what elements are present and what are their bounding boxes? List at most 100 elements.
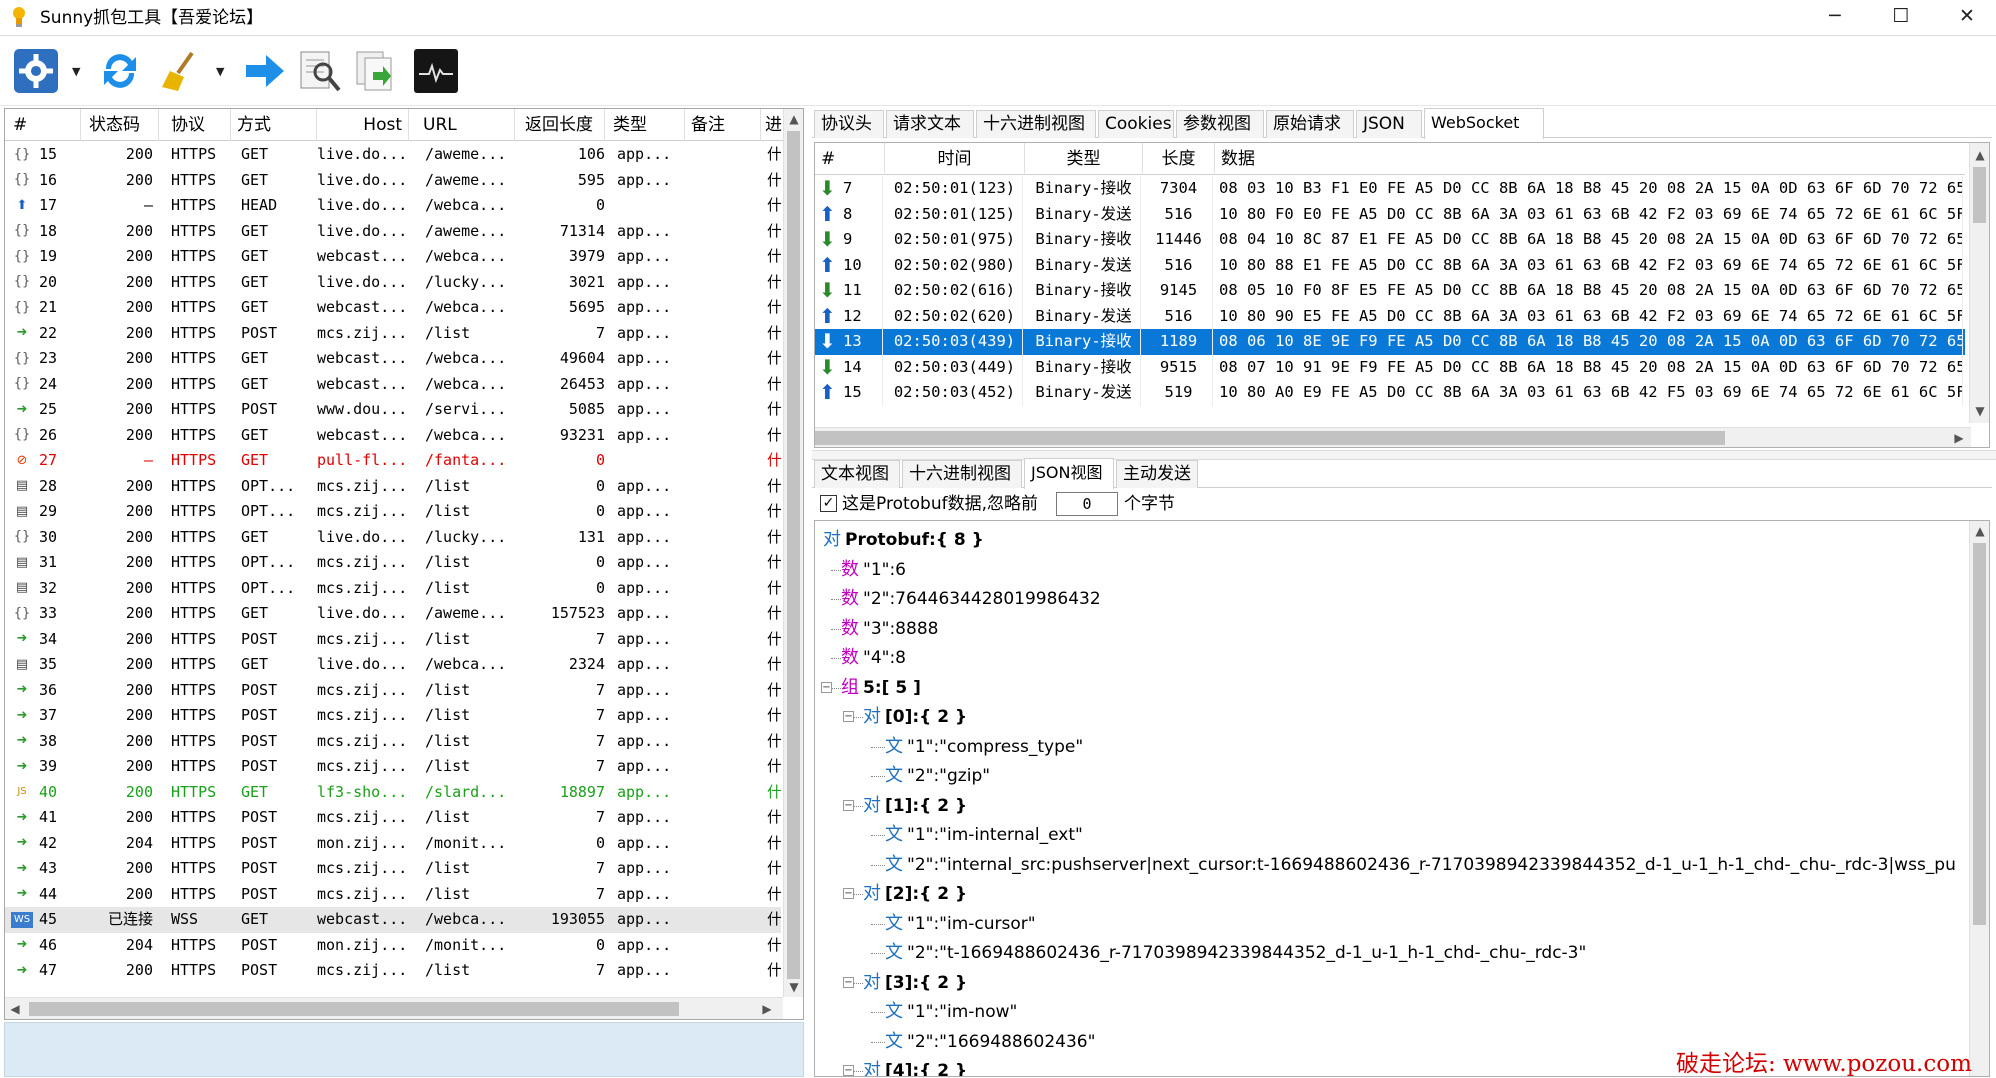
ws-col-type[interactable]: 类型 [1025,143,1143,175]
close-button[interactable]: ✕ [1940,0,1994,32]
col-header-url[interactable]: URL [423,109,515,141]
tree-node[interactable]: 组 5:[ 5 ] [841,673,921,703]
tree-node[interactable]: 数 "2":7644634428019986432 [841,584,1101,614]
scroll-thumb[interactable] [787,131,800,979]
col-header-process[interactable]: 进 [765,109,785,141]
tab-detail-7[interactable]: WebSocket [1424,108,1544,139]
tree-node[interactable]: 文 "1":"im-cursor" [885,909,1036,939]
tree-node[interactable]: 对 [4]:{ 2 } [863,1056,967,1076]
table-row[interactable]: {} 30 200 HTTPS GET live.do.../lucky... 131 app… [5,525,781,551]
table-row[interactable]: ➜ 38 200 HTTPS POST mcs.zij.../list 7 app... 什 [5,729,781,755]
clear-button[interactable] [156,46,204,96]
tree-collapse-toggle[interactable]: − [843,711,854,722]
table-row[interactable]: {} 19 200 HTTPS GET webcast.../webca... 3979 ap… [5,244,781,270]
tree-node[interactable]: 文 "2":"t-1669488602436_r-7170398942339844… [885,938,1586,968]
tree-collapse-toggle[interactable]: − [843,799,854,811]
table-row[interactable]: ➜ 22 200 HTTPS POST mcs.zij.../list 7 app... 什 [5,321,781,347]
table-row[interactable]: ➜ 34 200 HTTPS POST mcs.zij.../list 7 app... 什 [5,627,781,653]
ws-vscrollbar[interactable]: ▲ ▼ [1969,143,1989,423]
table-row[interactable]: {} 26 200 HTTPS GET webcast.../webca... 93231 a… [5,423,781,449]
tree-node[interactable]: 文 "2":"1669488602436" [885,1027,1095,1057]
tree-node[interactable]: 对 Protobuf:{ 8 } [823,525,984,555]
col-header-status[interactable]: 状态码 [89,109,159,141]
settings-dropdown[interactable]: ▼ [72,65,80,78]
ws-message-row[interactable]: ⬇ 7 02:50:01(123) Binary-接收 7304 08 03 10 B3 … [815,176,1965,202]
ws-scroll-thumb[interactable] [1973,167,1986,223]
session-list-vscrollbar[interactable]: ▲ ▼ [783,109,803,997]
table-row[interactable]: {} 18 200 HTTPS GET live.do.../aweme... 71314 a… [5,219,781,245]
refresh-button[interactable] [96,46,144,96]
tree-vscrollbar[interactable]: ▲ [1969,521,1989,1076]
tree-node[interactable]: 对 [3]:{ 2 } [863,968,967,998]
scroll-right-arrow-icon[interactable]: ▶ [757,998,777,1019]
tab-detail-2[interactable]: 十六进制视图 [976,110,1096,138]
tree-node[interactable]: 数 "1":6 [841,555,906,585]
ws-message-row[interactable]: ⬆ 8 02:50:01(125) Binary-发送 516 10 80 F0 E0 F… [815,201,1965,227]
tree-node[interactable]: 文 "1":"im-now" [885,997,1017,1027]
table-row[interactable]: JS 40 200 HTTPS GET lf3-sho.../slard... 18897 a… [5,780,781,806]
table-row[interactable]: ➜ 42 204 HTTPS POST mon.zij.../monit... 0 app..… [5,831,781,857]
hscroll-thumb[interactable] [29,1002,679,1016]
ws-message-row[interactable]: ⬇ 14 02:50:03(449) Binary-接收 9515 08 07 10 91… [815,354,1965,380]
settings-button[interactable] [12,46,60,96]
tab-view-3[interactable]: 主动发送 [1116,460,1198,488]
scroll-up-arrow-icon[interactable]: ▲ [784,109,803,129]
tree-node[interactable]: 文 "1":"im-internal_ext" [885,820,1083,850]
ws-col-data[interactable]: 数据 [1215,143,1965,175]
table-row[interactable]: ➜ 36 200 HTTPS POST mcs.zij.../list 7 app... 什 [5,678,781,704]
ws-col-length[interactable]: 长度 [1143,143,1215,175]
tab-view-1[interactable]: 十六进制视图 [902,460,1022,488]
ws-col-num[interactable]: # [815,143,885,175]
col-header-host[interactable]: Host [317,109,409,141]
maximize-button[interactable]: ☐ [1874,0,1928,32]
table-row[interactable]: ➜ 39 200 HTTPS POST mcs.zij.../list 7 app... 什 [5,754,781,780]
tab-detail-0[interactable]: 协议头 [814,110,884,138]
table-row[interactable]: WS 45 已连接 WSS GET webcast.../webca... 193055 ap… [5,907,781,933]
tree-collapse-toggle[interactable]: − [821,681,832,693]
session-list-hscrollbar[interactable]: ◀ ▶ [5,997,783,1019]
protobuf-checkbox[interactable]: ✓ [820,495,837,512]
tree-collapse-toggle[interactable]: − [843,1065,854,1076]
ws-message-row[interactable]: ⬇ 13 02:50:03(439) Binary-接收 1189 08 06 10 8E… [815,329,1965,355]
table-row[interactable]: ➜ 47 200 HTTPS POST mcs.zij.../list 7 app... 什 [5,958,781,984]
ws-message-row[interactable]: ⬇ 11 02:50:02(616) Binary-接收 9145 08 05 10 F0… [815,278,1965,304]
ws-scroll-right-icon[interactable]: ▶ [1949,428,1969,447]
table-row[interactable]: {} 33 200 HTTPS GET live.do.../aweme... 157523… [5,601,781,627]
ws-scroll-down-icon[interactable]: ▼ [1970,401,1989,421]
ws-hscrollbar[interactable]: ▶ [815,427,1971,447]
table-row[interactable]: ➜ 41 200 HTTPS POST mcs.zij.../list 7 app... 什 [5,805,781,831]
skip-bytes-input[interactable]: 0 [1056,492,1118,516]
table-row[interactable]: ➜ 25 200 HTTPS POST www.dou.../servi... 5085 ap… [5,397,781,423]
tree-node[interactable]: 数 "4":8 [841,643,906,673]
ws-message-row[interactable]: ⬆ 15 02:50:03(452) Binary-发送 519 10 80 A0 E9 … [815,380,1965,406]
monitor-button[interactable] [412,46,460,96]
table-row[interactable]: ⬆ 17– HTTPS HEAD live.do.../webca... 0 什 [5,193,781,219]
ws-message-row[interactable]: ⬇ 9 02:50:01(975) Binary-接收 11446 08 04 10 8C… [815,227,1965,253]
tree-node[interactable]: 数 "3":8888 [841,614,938,644]
table-row[interactable]: {} 23 200 HTTPS GET webcast.../webca... 49604 a… [5,346,781,372]
tab-detail-4[interactable]: 参数视图 [1176,110,1264,138]
forward-button[interactable] [240,46,288,96]
scroll-down-arrow-icon[interactable]: ▼ [784,977,803,997]
table-row[interactable]: {} 20 200 HTTPS GET live.do.../lucky... 3021 ap… [5,270,781,296]
copy-button[interactable] [352,46,400,96]
tab-detail-6[interactable]: JSON [1356,110,1422,138]
col-header-length[interactable]: 返回长度 [525,109,605,141]
ws-hscroll-thumb[interactable] [815,431,1725,445]
tree-node[interactable]: 文 "2":"gzip" [885,761,990,791]
tree-collapse-toggle[interactable]: − [843,976,854,988]
col-header-method[interactable]: 方式 [237,109,317,141]
clear-dropdown[interactable]: ▼ [216,65,224,78]
col-header-num[interactable]: # [13,109,81,141]
table-row[interactable]: {} 16 200 HTTPS GET live.do.../aweme... 595 app… [5,168,781,194]
col-header-note[interactable]: 备注 [691,109,761,141]
tree-collapse-toggle[interactable]: − [843,888,854,899]
tab-detail-1[interactable]: 请求文本 [886,110,974,138]
table-row[interactable]: ▤ 35 200 HTTPS GET live.do.../webca... 2324 app… [5,652,781,678]
ws-col-time[interactable]: 时间 [885,143,1025,175]
col-header-protocol[interactable]: 协议 [171,109,231,141]
table-row[interactable]: {} 24 200 HTTPS GET webcast.../webca... 26453 a… [5,372,781,398]
table-row[interactable]: ▤ 28 200 HTTPS OPT... mcs.zij.../list 0 app... 什 [5,474,781,500]
edit-button[interactable] [296,46,344,96]
table-row[interactable]: ▤ 31 200 HTTPS OPT... mcs.zij.../list 0 app... 什 [5,550,781,576]
